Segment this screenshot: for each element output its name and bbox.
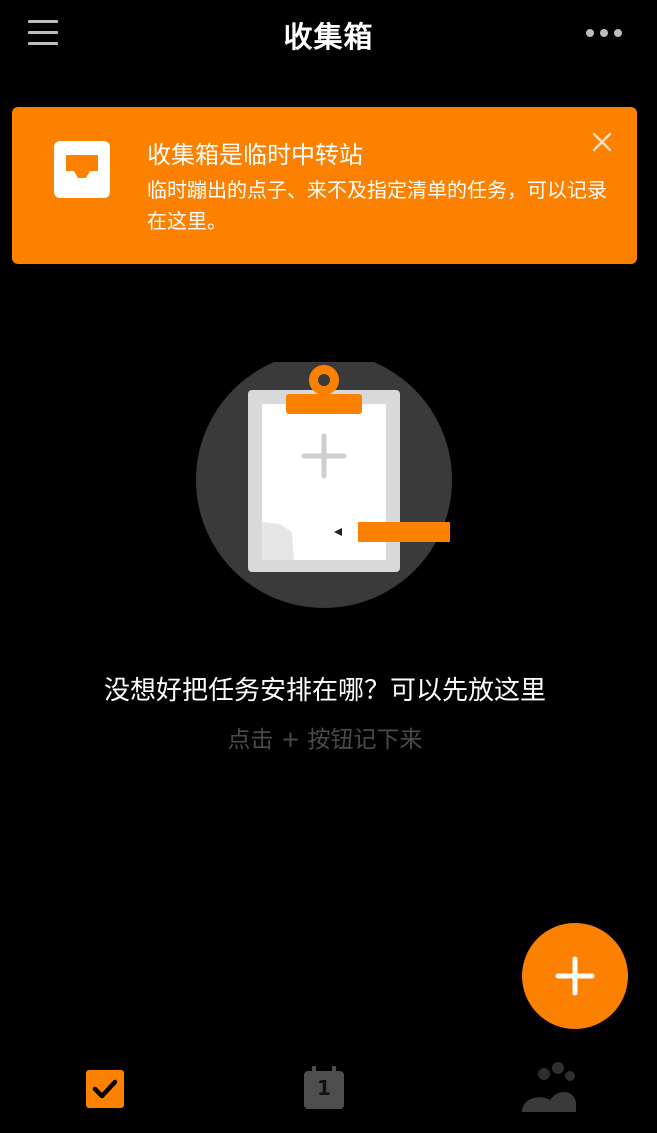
- calendar-tab[interactable]: 1: [303, 1066, 345, 1110]
- banner-description: 临时蹦出的点子、来不及指定清单的任务，可以记录在这里。: [147, 178, 607, 233]
- calendar-day-number: 1: [317, 1076, 331, 1100]
- checkbox-icon[interactable]: [85, 1069, 125, 1109]
- clipboard-with-pencil-illustration: [196, 362, 452, 608]
- paw-icon[interactable]: [500, 1054, 620, 1116]
- clipboard-clip: [286, 394, 362, 414]
- plus-icon: [555, 956, 595, 996]
- empty-state-title: 没想好把任务安排在哪？可以先放这里: [103, 676, 546, 706]
- more-dots-icon[interactable]: [584, 28, 624, 40]
- inbox-tray-icon: [54, 141, 110, 198]
- top-bar: 收集箱: [0, 0, 657, 70]
- pencil-icon: [334, 522, 450, 542]
- empty-state-hint: 点击 + 按钮记下来: [227, 727, 423, 753]
- add-task-button[interactable]: [522, 923, 628, 1029]
- page-title: 收集箱: [283, 20, 374, 54]
- close-icon[interactable]: [590, 130, 614, 154]
- banner-title: 收集箱是临时中转站: [147, 141, 363, 169]
- info-banner: 收集箱是临时中转站 临时蹦出的点子、来不及指定清单的任务，可以记录在这里。: [12, 107, 637, 264]
